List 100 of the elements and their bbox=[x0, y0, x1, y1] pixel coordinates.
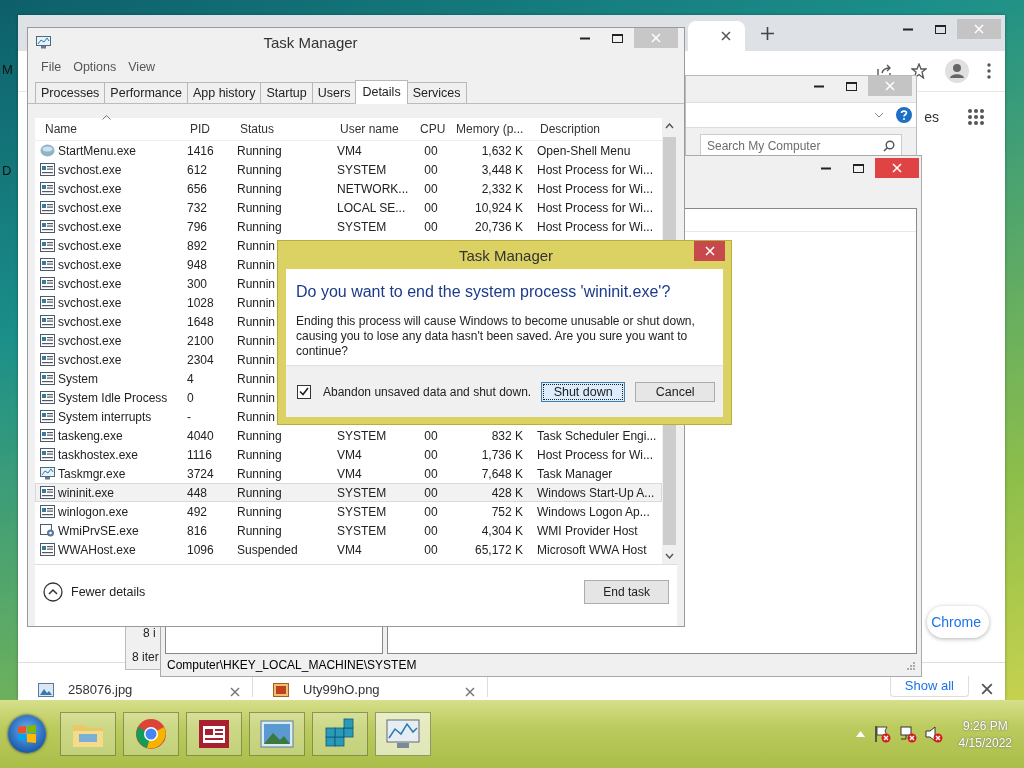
table-cell-text: 1116 bbox=[186, 447, 212, 462]
table-cell-text: NETWORK... bbox=[336, 181, 409, 196]
table-cell: System Idle Process bbox=[58, 390, 168, 405]
table-cell-text: 1,736 K bbox=[480, 447, 524, 462]
table-cell-text: VM4 bbox=[336, 447, 362, 462]
table-cell-text: Windows Start-Up A... bbox=[536, 485, 655, 500]
table-cell-text: Runnin bbox=[236, 333, 276, 348]
table-cell-text: Runnin bbox=[236, 238, 276, 253]
table-cell-text: 892 bbox=[186, 238, 208, 253]
table-cell-text: 448 bbox=[186, 485, 208, 500]
table-cell: 00 bbox=[424, 485, 438, 500]
table-cell: taskhostex.exe bbox=[58, 447, 139, 462]
table-cell-text: Host Process for Wi... bbox=[536, 447, 654, 462]
table-cell-text: 1096 bbox=[186, 542, 214, 557]
table-cell-text: 948 bbox=[186, 257, 208, 272]
table-cell-text: 832 K bbox=[490, 428, 524, 443]
table-cell: 00 bbox=[424, 219, 438, 234]
table-cell: svchost.exe bbox=[58, 314, 122, 329]
table-cell-text: Runnin bbox=[236, 257, 276, 272]
table-cell-text: SYSTEM bbox=[336, 219, 387, 234]
table-cell-text: 796 bbox=[186, 219, 208, 234]
window-text: 8 i bbox=[143, 626, 157, 640]
table-cell-text: Open-Shell Menu bbox=[536, 143, 631, 158]
table-cell-text: LOCAL SE... bbox=[336, 200, 406, 215]
table-cell-text: 752 K bbox=[490, 504, 524, 519]
table-cell: svchost.exe bbox=[58, 162, 122, 177]
table-cell-text: 65,172 K bbox=[473, 542, 524, 557]
table-cell-text: 4,304 K bbox=[480, 523, 524, 538]
table-cell-text: VM4 bbox=[336, 466, 362, 481]
table-cell: svchost.exe bbox=[58, 219, 122, 234]
table-cell-text: Runnin bbox=[236, 390, 276, 405]
table-cell-text: VM4 bbox=[336, 542, 362, 557]
window-text: M bbox=[2, 62, 13, 77]
table-cell: wininit.exe bbox=[58, 485, 115, 500]
table-cell: svchost.exe bbox=[58, 352, 122, 367]
table-cell: 00 bbox=[424, 200, 438, 215]
table-cell-text: Running bbox=[236, 162, 282, 177]
table-cell-text: 428 K bbox=[490, 485, 524, 500]
table-cell-text: Running bbox=[236, 181, 282, 196]
table-cell-text: - bbox=[186, 409, 191, 424]
table-cell-text: Running bbox=[236, 504, 282, 519]
table-cell-text: VM4 bbox=[336, 143, 362, 158]
table-cell-text: 3,448 K bbox=[480, 162, 524, 177]
table-cell-text: Windows Logon Ap... bbox=[536, 504, 650, 519]
table-cell: System interrupts bbox=[58, 409, 152, 424]
table-cell-text: 7,648 K bbox=[480, 466, 524, 481]
table-cell-text: Runnin bbox=[236, 314, 276, 329]
table-cell: 00 bbox=[424, 523, 438, 538]
dialog-message: Ending this process will cause Windows to become unusable or shut down, causing you to lose any data hasn't been saved. Are you sure you want to continue? bbox=[296, 314, 696, 359]
table-cell-text: Host Process for Wi... bbox=[536, 162, 654, 177]
table-cell-text: 0 bbox=[186, 390, 194, 405]
table-cell-text: Running bbox=[236, 200, 282, 215]
table-cell-text: 4 bbox=[186, 371, 194, 386]
table-cell-text: 20,736 K bbox=[473, 219, 524, 234]
window-title: Task Manager bbox=[262, 33, 359, 51]
table-cell-text: Runnin bbox=[236, 276, 276, 291]
table-cell-text: 2100 bbox=[186, 333, 214, 348]
table-cell-text: Task Scheduler Engi... bbox=[536, 428, 657, 443]
table-cell: Taskmgr.exe bbox=[58, 466, 126, 481]
table-cell-text: Suspended bbox=[236, 542, 298, 557]
table-cell-text: Runnin bbox=[236, 409, 276, 424]
table-cell-text: SYSTEM bbox=[336, 162, 387, 177]
table-cell-text: SYSTEM bbox=[336, 504, 387, 519]
table-cell-text: 816 bbox=[186, 523, 208, 538]
table-cell: 00 bbox=[424, 542, 438, 557]
table-cell-text: 4040 bbox=[186, 428, 214, 443]
table-cell: svchost.exe bbox=[58, 333, 122, 348]
table-cell: taskeng.exe bbox=[58, 428, 123, 443]
table-cell-text: Runnin bbox=[236, 371, 276, 386]
table-cell: svchost.exe bbox=[58, 257, 122, 272]
table-cell: System bbox=[58, 371, 98, 386]
table-cell-text: 492 bbox=[186, 504, 208, 519]
table-cell: 00 bbox=[424, 428, 438, 443]
table-cell: StartMenu.exe bbox=[58, 143, 137, 158]
table-cell-text: 3724 bbox=[186, 466, 214, 481]
table-cell: svchost.exe bbox=[58, 238, 122, 253]
table-cell-text: Microsoft WWA Host bbox=[536, 542, 647, 557]
dialog-heading: Do you want to end the system process 'wininit.exe'? bbox=[296, 283, 672, 301]
table-cell-text: Host Process for Wi... bbox=[536, 200, 654, 215]
table-cell-text: Running bbox=[236, 523, 282, 538]
table-cell: svchost.exe bbox=[58, 276, 122, 291]
table-cell-text: Host Process for Wi... bbox=[536, 181, 654, 196]
table-cell: 00 bbox=[424, 143, 438, 158]
table-cell-text: Running bbox=[236, 466, 282, 481]
table-cell: 00 bbox=[424, 162, 438, 177]
table-cell-text: 1028 bbox=[186, 295, 214, 310]
table-cell: svchost.exe bbox=[58, 181, 122, 196]
table-cell-text: Task Manager bbox=[536, 466, 613, 481]
table-cell-text: 300 bbox=[186, 276, 208, 291]
table-cell-text: 2,332 K bbox=[480, 181, 524, 196]
table-cell: 00 bbox=[424, 447, 438, 462]
table-cell: WmiPrvSE.exe bbox=[58, 523, 139, 538]
table-cell-text: Host Process for Wi... bbox=[536, 219, 654, 234]
table-cell-text: 2304 bbox=[186, 352, 214, 367]
table-cell-text: 1416 bbox=[186, 143, 214, 158]
table-cell: winlogon.exe bbox=[58, 504, 129, 519]
dialog-title: Task Manager bbox=[457, 246, 555, 264]
window-text: D bbox=[2, 163, 13, 178]
table-cell-text: Running bbox=[236, 485, 282, 500]
table-cell-text: Runnin bbox=[236, 295, 276, 310]
